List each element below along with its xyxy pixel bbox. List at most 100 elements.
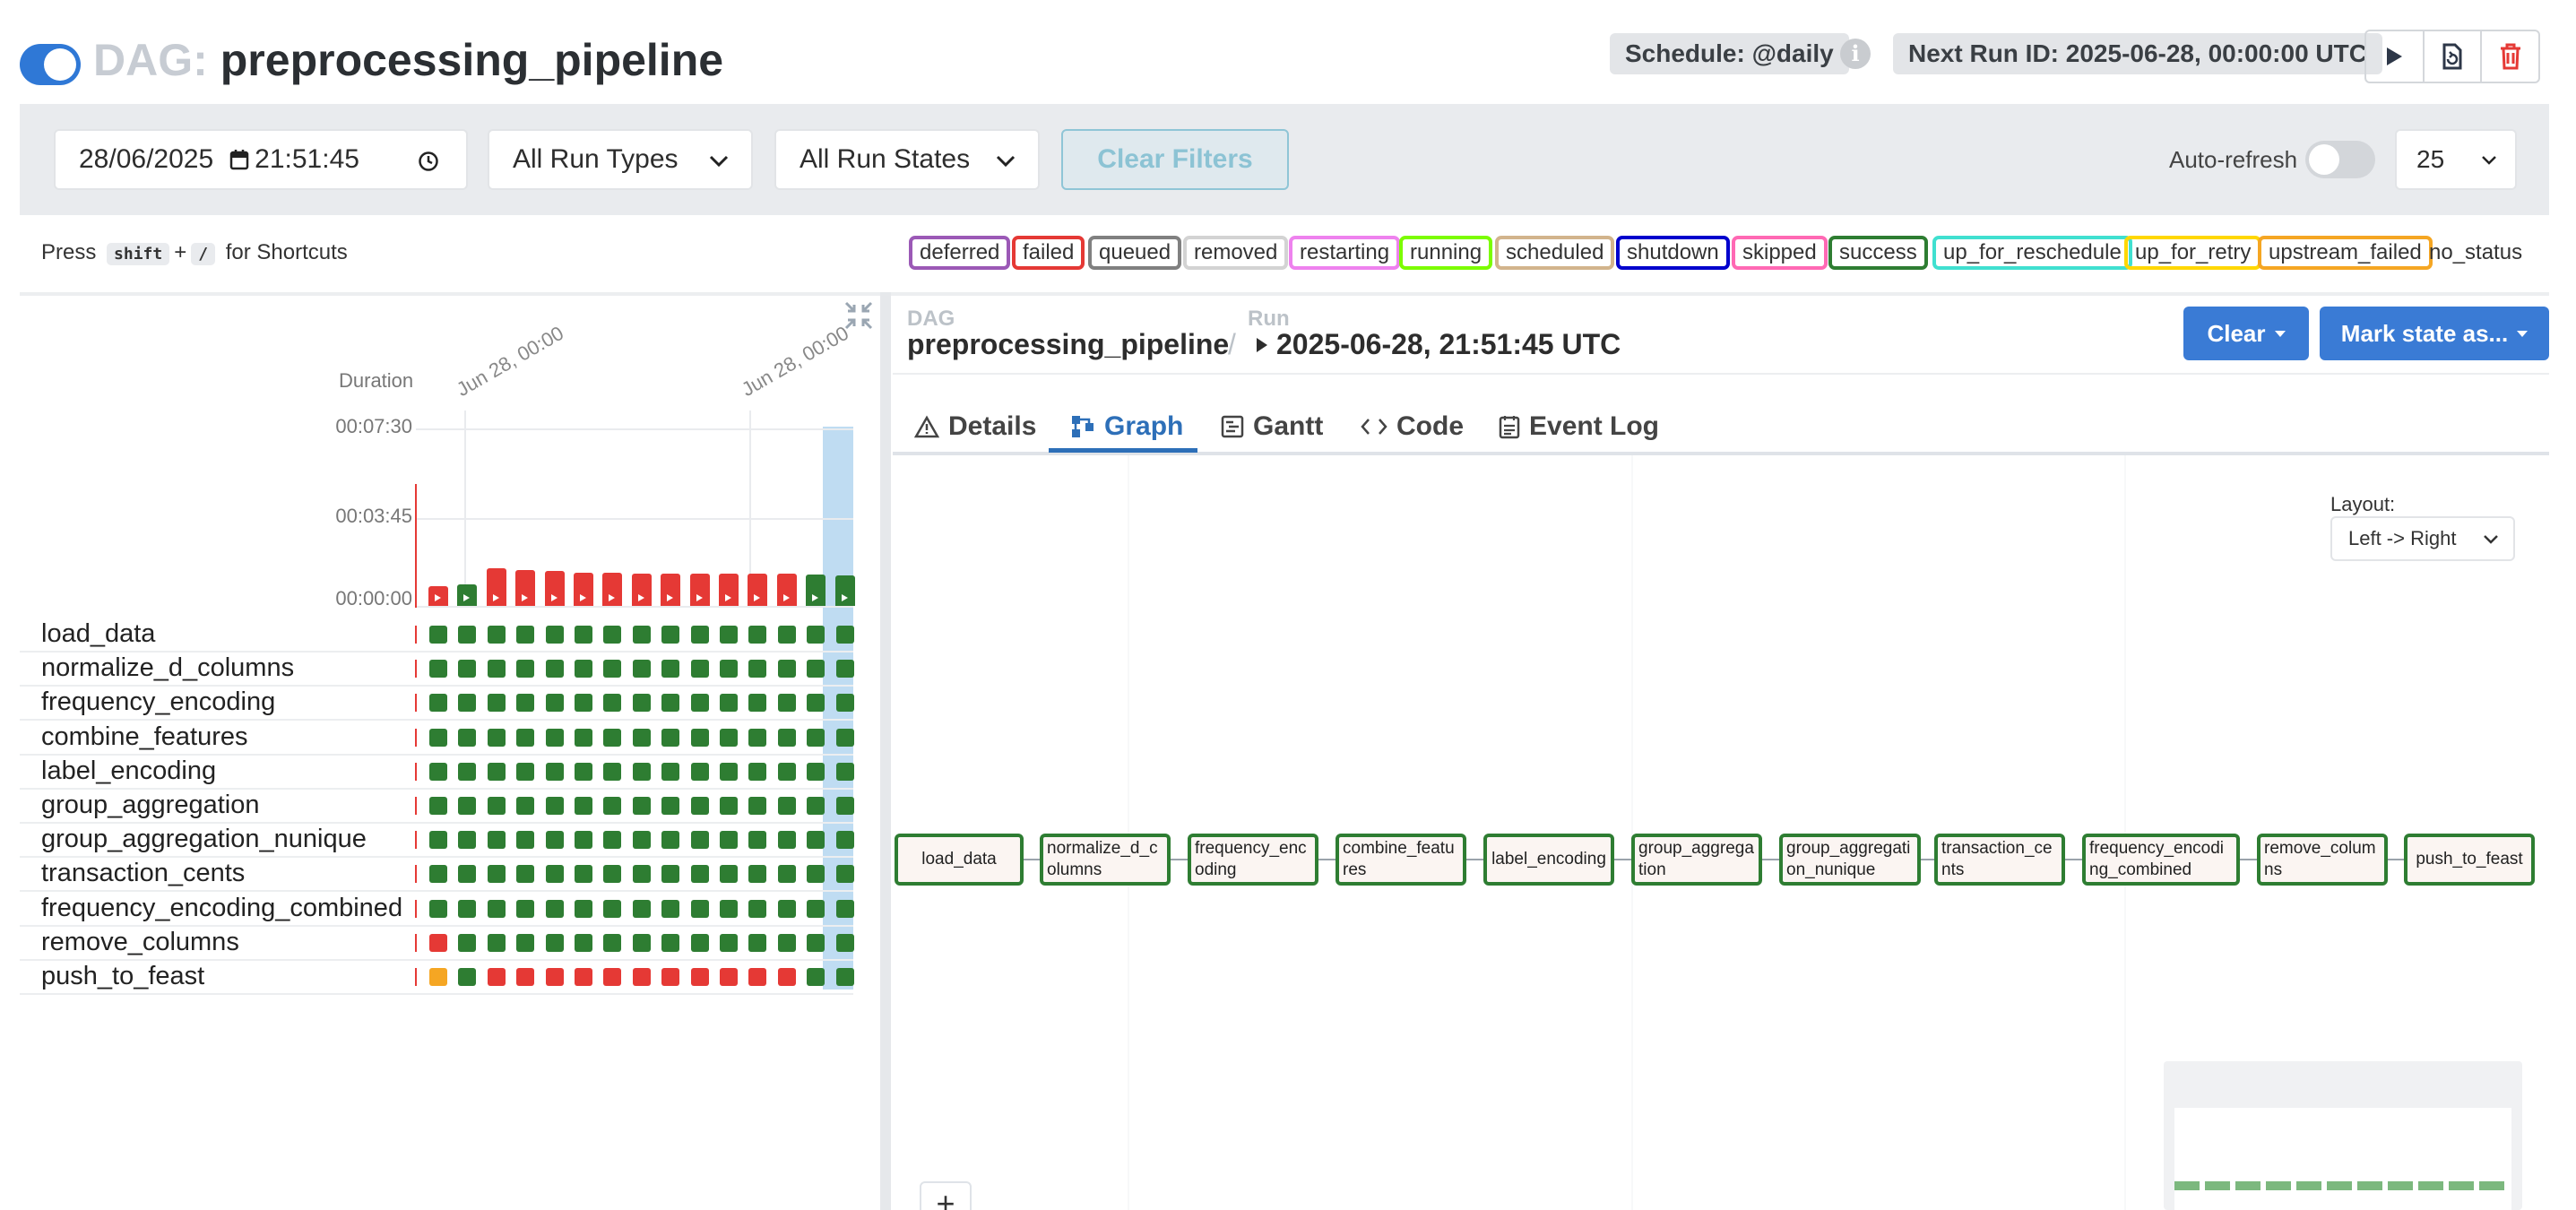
task-instance-cell[interactable] [487, 797, 506, 815]
task-instance-cell[interactable] [545, 660, 564, 678]
task-instance-cell[interactable] [661, 762, 680, 781]
task-instance-cell[interactable] [690, 762, 709, 781]
task-instance-cell[interactable] [807, 899, 826, 918]
legend-queued[interactable]: queued [1088, 236, 1182, 270]
legend-up-for-reschedule[interactable]: up_for_reschedule [1932, 236, 2132, 270]
task-instance-cell[interactable] [575, 728, 592, 747]
task-instance-cell[interactable] [516, 865, 535, 884]
run-duration-bar[interactable] [806, 574, 826, 606]
task-instance-cell[interactable] [720, 797, 738, 815]
task-instance-cell[interactable] [603, 797, 622, 815]
task-instance-cell[interactable] [516, 831, 535, 850]
task-instance-cell[interactable] [575, 831, 592, 850]
task-instance-cell[interactable] [748, 660, 767, 678]
task-instance-cell[interactable] [545, 694, 564, 713]
task-instance-cell[interactable] [487, 694, 506, 713]
task-instance-cell[interactable] [720, 865, 738, 884]
legend-deferred[interactable]: deferred [909, 236, 1011, 270]
task-name[interactable]: group_aggregation_nunique [41, 825, 367, 854]
task-instance-cell[interactable] [720, 762, 738, 781]
mark-state-button[interactable]: Mark state as... [2320, 307, 2549, 360]
run-duration-bar[interactable] [574, 573, 593, 606]
task-instance-cell[interactable] [777, 865, 796, 884]
task-instance-cell[interactable] [632, 626, 651, 644]
run-types-select[interactable]: All Run Types [488, 129, 753, 190]
task-instance-cell[interactable] [777, 762, 796, 781]
task-instance-cell[interactable] [748, 933, 767, 952]
legend-running[interactable]: running [1399, 236, 1493, 270]
run-duration-bar[interactable] [544, 571, 565, 606]
legend-scheduled[interactable]: scheduled [1495, 236, 1615, 270]
task-instance-cell[interactable] [603, 694, 622, 713]
task-instance-cell[interactable] [690, 968, 709, 986]
task-instance-cell[interactable] [458, 831, 477, 850]
task-instance-cell[interactable] [545, 865, 564, 884]
run-duration-bar[interactable] [689, 573, 710, 606]
task-instance-cell[interactable] [429, 865, 447, 884]
task-instance-cell[interactable] [777, 728, 796, 747]
task-instance-cell[interactable] [632, 728, 651, 747]
task-instance-cell[interactable] [632, 797, 651, 815]
task-instance-cell[interactable] [487, 899, 506, 918]
collapse-icon[interactable] [843, 299, 875, 332]
task-instance-cell[interactable] [487, 831, 506, 850]
delete-dag-button[interactable] [2482, 31, 2538, 82]
graph-node-push-to-feast[interactable]: push_to_feast [2404, 834, 2535, 886]
task-instance-cell[interactable] [807, 762, 826, 781]
task-instance-cell[interactable] [545, 968, 564, 986]
task-instance-cell[interactable] [603, 626, 622, 644]
run-duration-bar[interactable] [457, 583, 478, 606]
task-instance-cell[interactable] [748, 797, 767, 815]
task-instance-cell[interactable] [487, 626, 506, 644]
task-instance-cell[interactable] [835, 899, 854, 918]
task-name[interactable]: combine_features [41, 722, 248, 752]
graph-node-load-data[interactable]: load_data [895, 834, 1024, 886]
task-instance-cell[interactable] [777, 694, 796, 713]
page-size-select[interactable]: 25 [2395, 129, 2517, 190]
task-instance-cell[interactable] [487, 968, 506, 986]
task-instance-cell[interactable] [458, 933, 477, 952]
graph-minimap[interactable] [2164, 1061, 2522, 1210]
task-instance-cell[interactable] [575, 968, 592, 986]
run-duration-bar[interactable] [719, 573, 739, 606]
tab-details[interactable]: Details [914, 400, 1036, 454]
task-instance-cell[interactable] [661, 899, 680, 918]
task-instance-cell[interactable] [429, 831, 447, 850]
task-instance-cell[interactable] [516, 728, 535, 747]
task-instance-cell[interactable] [835, 626, 854, 644]
task-instance-cell[interactable] [632, 660, 651, 678]
task-instance-cell[interactable] [720, 831, 738, 850]
task-instance-cell[interactable] [632, 694, 651, 713]
task-instance-cell[interactable] [603, 660, 622, 678]
task-instance-cell[interactable] [690, 933, 709, 952]
task-instance-cell[interactable] [516, 933, 535, 952]
task-instance-cell[interactable] [575, 933, 592, 952]
reparse-dag-button[interactable] [2425, 31, 2483, 82]
task-instance-cell[interactable] [516, 694, 535, 713]
legend-up-for-retry[interactable]: up_for_retry [2124, 236, 2262, 270]
legend-no-status[interactable]: no_status [2422, 236, 2529, 270]
task-instance-cell[interactable] [575, 694, 592, 713]
task-instance-cell[interactable] [429, 762, 447, 781]
task-instance-cell[interactable] [661, 728, 680, 747]
task-instance-cell[interactable] [777, 968, 796, 986]
breadcrumb-dag-link[interactable]: preprocessing_pipeline [907, 328, 1229, 361]
task-instance-cell[interactable] [516, 797, 535, 815]
task-instance-cell[interactable] [575, 762, 592, 781]
task-instance-cell[interactable] [632, 831, 651, 850]
task-name[interactable]: frequency_encoding [41, 687, 275, 717]
task-instance-cell[interactable] [777, 899, 796, 918]
task-instance-cell[interactable] [516, 660, 535, 678]
task-instance-cell[interactable] [835, 694, 854, 713]
task-instance-cell[interactable] [807, 626, 826, 644]
graph-node-frequency-encoding-combined[interactable]: frequency_encoding_combined [2082, 834, 2240, 886]
task-instance-cell[interactable] [661, 797, 680, 815]
task-instance-cell[interactable] [603, 762, 622, 781]
task-instance-cell[interactable] [748, 694, 767, 713]
task-instance-cell[interactable] [807, 865, 826, 884]
task-instance-cell[interactable] [777, 933, 796, 952]
task-instance-cell[interactable] [429, 626, 447, 644]
task-instance-cell[interactable] [458, 865, 477, 884]
task-instance-cell[interactable] [429, 933, 447, 952]
task-instance-cell[interactable] [661, 831, 680, 850]
